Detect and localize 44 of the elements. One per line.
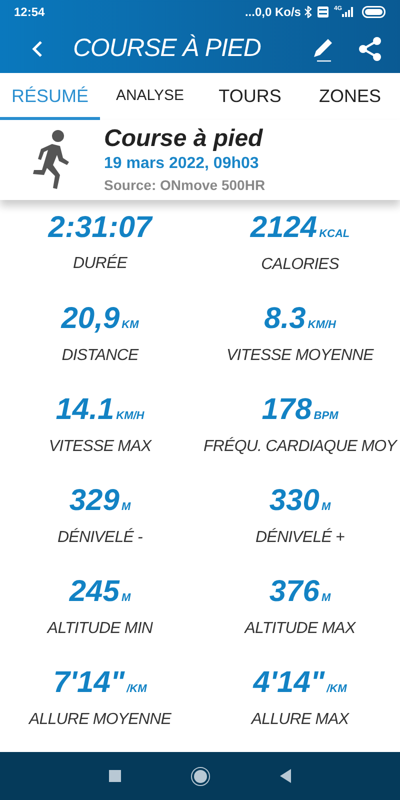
- bluetooth-icon: [304, 6, 312, 18]
- stat-value: 20,9KM: [61, 301, 139, 337]
- stat-label: DÉNIVELÉ +: [256, 527, 344, 548]
- back-icon: [31, 40, 43, 58]
- battery-icon: [362, 6, 386, 18]
- stat-label: VITESSE MAX: [48, 437, 152, 457]
- stat-value: 2:31:07: [48, 210, 152, 246]
- stat-value: 245M: [69, 574, 131, 610]
- stat-label: FRÉQU. CARDIAQUE MOY: [204, 436, 396, 457]
- stat-value: 178BPM: [262, 392, 338, 428]
- stat-value: 376M: [269, 574, 331, 610]
- stat-value: 7'14"/KM: [53, 665, 147, 701]
- stat-label: DÉNIVELÉ -: [58, 527, 142, 548]
- stat-label: CALORIES: [261, 255, 339, 275]
- tab[interactable]: ANALYSE: [100, 73, 200, 120]
- recents-button[interactable]: [108, 770, 120, 782]
- volte-icon: [316, 6, 329, 18]
- activity-name: Course à pied: [104, 125, 264, 153]
- back-nav-icon[interactable]: [280, 769, 292, 783]
- stat-value: 8.3 KM/H: [264, 301, 336, 337]
- stat-value: 330M: [269, 483, 331, 519]
- signal-icon: [342, 7, 354, 17]
- stat-label: DURÉE: [72, 253, 127, 274]
- stat-label: VITESSE MOYENNE: [226, 346, 374, 366]
- stat-value: 4'14"/KM: [253, 665, 347, 701]
- home-button[interactable]: [190, 766, 210, 786]
- stat-label: ALLURE MAX: [251, 710, 349, 730]
- status-time: 12:54: [14, 4, 45, 21]
- share-icon: [358, 36, 382, 62]
- tab[interactable]: TOURS: [200, 73, 300, 120]
- stat-label: ALTITUDE MAX: [244, 619, 356, 639]
- stat-label: DISTANCE: [62, 346, 138, 366]
- stat-value: 14.1 KM/H: [56, 392, 144, 428]
- activity-date: 19 mars 2022, 09h03: [104, 154, 260, 174]
- network-speed: ...0,0 Ko/s: [244, 4, 301, 21]
- stat-value: 329M: [69, 483, 131, 519]
- stat-label: ALTITUDE MIN: [47, 619, 153, 639]
- stat-value: 2124 KCAL: [250, 210, 350, 246]
- stat-label: ALLURE MOYENNE: [29, 710, 171, 730]
- tab[interactable]: RÉSUMÉ: [0, 73, 100, 120]
- activity-source: Source: ONmove 500HR: [104, 176, 266, 195]
- tab[interactable]: ZONES: [300, 73, 400, 120]
- runner-icon: [30, 129, 72, 191]
- screen-title: COURSE À PIED: [73, 32, 261, 64]
